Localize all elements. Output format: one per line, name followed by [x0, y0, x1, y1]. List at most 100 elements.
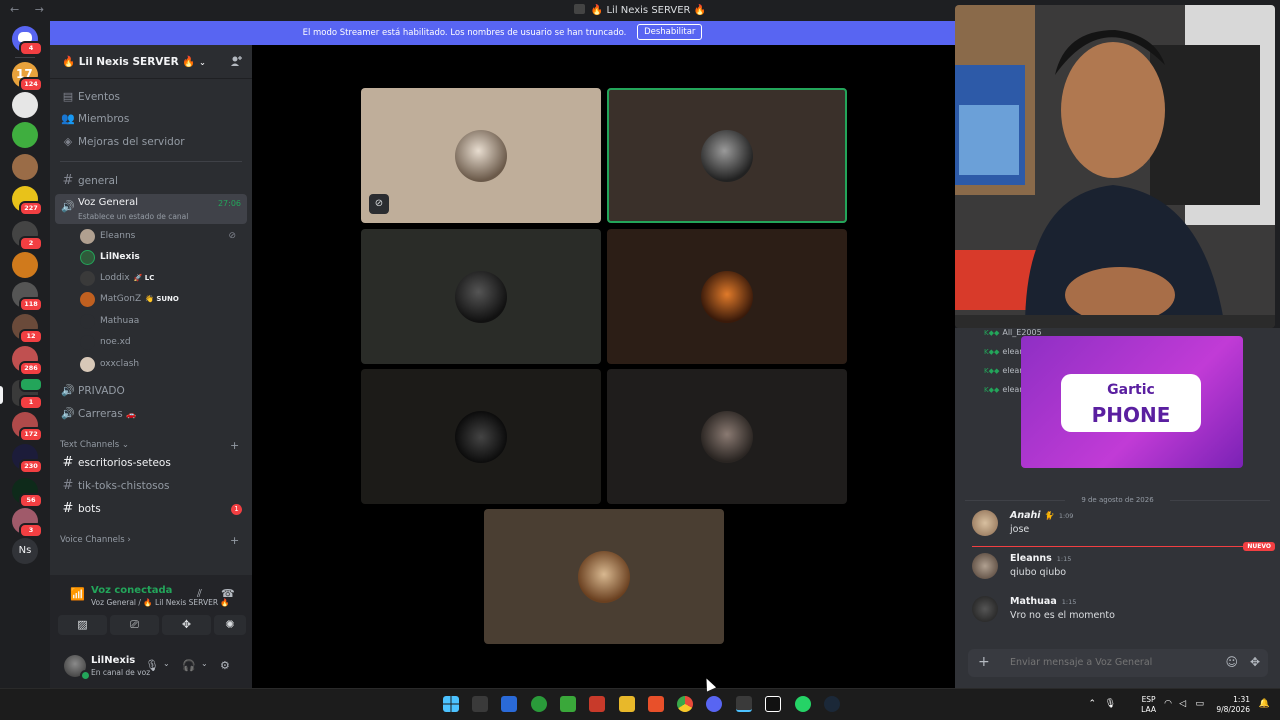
discord-home-icon[interactable]: 4	[12, 26, 43, 56]
server-gray-icon[interactable]: 118	[12, 282, 43, 312]
voice-connection-panel: 📶 Voz conectada Voz General / 🔥 Lil Nexi…	[50, 575, 252, 645]
channel-bots[interactable]: # bots 1	[58, 499, 248, 519]
voice-user[interactable]: LilNexis	[80, 248, 240, 266]
headphones-icon[interactable]: 🎧	[182, 659, 196, 672]
channel-tik-toks-chistosos[interactable]: # tik-toks-chistosos	[58, 476, 248, 496]
noise-suppression-icon[interactable]: ⫽	[197, 587, 202, 601]
notifications-icon[interactable]: 🔔	[1259, 699, 1270, 709]
clock[interactable]: 1:31 9/8/2026	[1216, 695, 1250, 715]
notification-badge: 3	[19, 523, 43, 538]
members-link[interactable]: 👥 Miembros	[58, 109, 248, 129]
camera-off-button[interactable]: ▨	[58, 615, 107, 635]
voice-channel-general[interactable]: 🔊 Voz General Establece un estado de can…	[55, 194, 247, 224]
participant-tile[interactable]	[607, 229, 847, 364]
set-channel-status[interactable]: Establece un estado de canal	[78, 212, 188, 221]
category-text-channels[interactable]: Text Channels ⌄ +	[60, 439, 239, 452]
server-dark-icon[interactable]: 2	[12, 221, 43, 251]
widgets-icon[interactable]	[472, 696, 488, 712]
add-channel-icon[interactable]: +	[230, 439, 239, 452]
server-ns-icon[interactable]: Ns	[12, 538, 38, 564]
brave-browser-icon[interactable]	[648, 696, 664, 712]
server-header[interactable]: 🔥 Lil Nexis SERVER 🔥 ⌄	[50, 45, 252, 79]
game-launcher-icon[interactable]	[589, 696, 605, 712]
server-current-icon[interactable]: 1	[12, 377, 43, 410]
add-attachment-icon[interactable]: +	[978, 654, 990, 670]
add-member-icon[interactable]	[230, 55, 242, 67]
channel-escritorios-seteos[interactable]: # escritorios-seteos	[58, 453, 248, 473]
disconnect-icon[interactable]: ☎	[221, 587, 235, 600]
avatar	[701, 271, 753, 323]
notification-badge: 172	[19, 427, 43, 442]
xbox-icon[interactable]	[531, 696, 547, 712]
voice-user[interactable]: Mathuaa	[80, 312, 240, 330]
message-composer: + ☺ ✥	[968, 649, 1268, 677]
obs-icon[interactable]	[736, 696, 752, 712]
server-night-icon[interactable]: 230	[12, 444, 43, 474]
chevron-down-icon[interactable]: ⌄	[163, 659, 170, 668]
participant-tile[interactable]	[361, 229, 601, 364]
voice-user-name: MatGonZ	[100, 294, 142, 304]
user-status: En canal de voz	[91, 668, 151, 677]
participant-tile[interactable]	[361, 369, 601, 504]
server-photo-icon[interactable]: 3	[12, 508, 43, 538]
server-red-icon[interactable]: 286	[12, 346, 43, 376]
voice-channel-carreras[interactable]: 🔊 Carreras 🚗	[58, 404, 248, 424]
disable-streamer-button[interactable]: Deshabilitar	[637, 24, 703, 40]
channel-general[interactable]: # general	[58, 171, 248, 191]
voice-location[interactable]: Voz General / 🔥 Lil Nexis SERVER 🔥	[91, 598, 230, 607]
voice-user[interactable]: oxxclash	[80, 355, 240, 373]
language-indicator[interactable]: ESP LAA	[1141, 695, 1156, 715]
server-green-icon[interactable]	[12, 122, 38, 148]
voice-user[interactable]: Eleanns ⊘	[80, 227, 240, 245]
wifi-icon[interactable]: ◠	[1164, 699, 1172, 709]
chevron-up-icon[interactable]: ⌃	[1088, 699, 1096, 709]
activities-button[interactable]: ✥	[162, 615, 211, 635]
server-boosts-link[interactable]: ◈ Mejoras del servidor	[58, 132, 248, 152]
settings-gear-icon[interactable]: ⚙	[220, 659, 230, 672]
whatsapp-icon[interactable]	[795, 696, 811, 712]
add-channel-icon[interactable]: +	[230, 534, 239, 547]
speaker-icon: 🔊	[61, 200, 75, 213]
emoji-icon[interactable]: ☺	[1225, 655, 1238, 669]
capcut-icon[interactable]	[765, 696, 781, 712]
voice-user[interactable]: MatGonZ 👋 SUNO	[80, 290, 240, 308]
microphone-icon[interactable]: 🎙	[145, 659, 159, 672]
steam-icon[interactable]	[824, 696, 840, 712]
microphone-icon[interactable]: 🎙	[1105, 699, 1116, 709]
server-name: 🔥 Lil Nexis SERVER 🔥 ⌄	[62, 56, 206, 68]
chrome-icon[interactable]	[677, 696, 693, 712]
participant-tile[interactable]: ⊘	[361, 88, 601, 223]
battery-icon[interactable]: ▭	[1195, 699, 1204, 709]
volume-icon[interactable]: ◁	[1179, 699, 1186, 709]
voice-channel-privado[interactable]: 🔊 PRIVADO	[58, 381, 248, 401]
participant-tile-speaking[interactable]	[607, 88, 847, 223]
sidebar-divider	[60, 161, 242, 162]
soundboard-button[interactable]: ✺	[214, 615, 246, 635]
voice-user[interactable]: noe.xd	[80, 333, 240, 351]
category-voice-channels[interactable]: Voice Channels › +	[60, 534, 239, 547]
server-star-icon[interactable]: 56	[12, 478, 43, 508]
windows-start-icon[interactable]	[443, 696, 459, 712]
server-17-icon[interactable]: 17 124	[12, 62, 43, 92]
server-orange-icon[interactable]	[12, 252, 38, 278]
minecraft-icon[interactable]	[560, 696, 576, 712]
server-diamond-icon[interactable]	[12, 92, 38, 118]
server-portrait-icon[interactable]	[12, 154, 38, 180]
server-pink-icon[interactable]: 172	[12, 412, 43, 442]
voice-user[interactable]: Loddix 🚀 LC	[80, 269, 240, 287]
screen-share-button[interactable]: ⎚	[110, 615, 159, 635]
server-yellow-icon[interactable]: 227	[12, 186, 43, 216]
discord-taskbar-icon[interactable]	[706, 696, 722, 712]
gartic-phone-activity-card[interactable]: Gartic PHONE	[1021, 336, 1243, 468]
events-link[interactable]: ▤ Eventos	[58, 87, 248, 107]
avatar	[701, 130, 753, 182]
car-icon: 🚗	[126, 410, 136, 419]
participant-tile[interactable]	[607, 369, 847, 504]
store-icon[interactable]	[501, 696, 517, 712]
participant-tile[interactable]	[484, 509, 724, 644]
chevron-down-icon[interactable]: ⌄	[201, 659, 208, 668]
server-brown-icon[interactable]: 12	[12, 314, 43, 344]
file-explorer-icon[interactable]	[619, 696, 635, 712]
apps-icon[interactable]: ✥	[1250, 655, 1260, 669]
message-input[interactable]	[1010, 657, 1210, 668]
